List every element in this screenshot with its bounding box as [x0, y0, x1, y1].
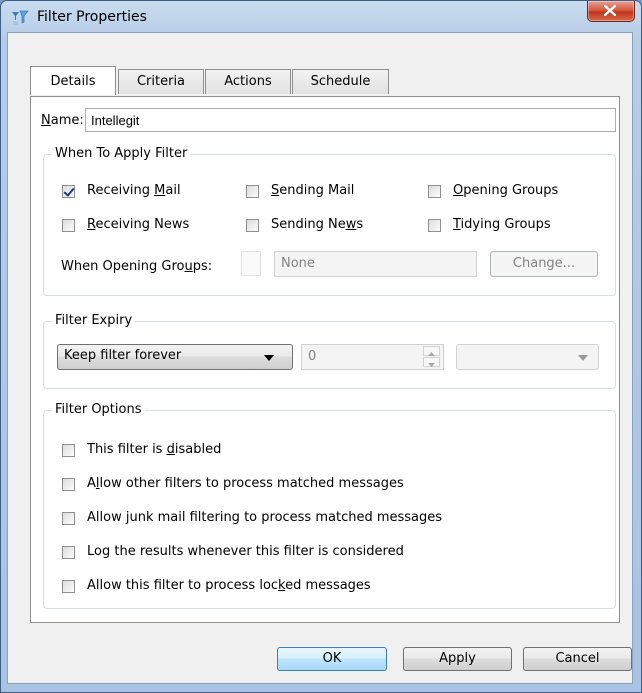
receiving-news-label[interactable]: Receiving News: [87, 217, 189, 232]
tab-details[interactable]: Details: [30, 66, 116, 95]
filter-app-icon: [11, 10, 29, 26]
close-button[interactable]: [587, 1, 635, 22]
cancel-button-label: Cancel: [555, 651, 600, 666]
process-locked-checkbox[interactable]: [62, 580, 75, 593]
allow-other-filters-checkbox[interactable]: [62, 478, 75, 491]
change-button[interactable]: Change...: [490, 251, 598, 277]
tab-label: Criteria: [136, 74, 186, 89]
filter-disabled-checkbox[interactable]: [62, 444, 75, 457]
tab-criteria[interactable]: Criteria: [118, 69, 204, 94]
apply-button[interactable]: Apply: [403, 647, 512, 671]
title-bar[interactable]: Filter Properties: [1, 1, 641, 33]
ok-button[interactable]: OK: [277, 647, 387, 671]
expiry-mode-dropdown[interactable]: Keep filter forever: [57, 344, 293, 370]
when-opening-groups-label: When Opening Groups:: [61, 259, 213, 274]
opening-groups-field: None: [274, 251, 477, 277]
allow-other-filters-label[interactable]: Allow other filters to process matched m…: [87, 476, 404, 491]
opening-groups-checkbox[interactable]: [428, 185, 441, 198]
spinner-up-icon: [423, 346, 440, 356]
sending-mail-label[interactable]: Sending Mail: [271, 183, 354, 198]
filter-options-title: Filter Options: [52, 402, 145, 417]
window-title: Filter Properties: [37, 9, 147, 25]
expiry-count-value: 0: [308, 349, 317, 364]
opening-groups-label[interactable]: Opening Groups: [453, 183, 558, 198]
log-results-label[interactable]: Log the results whenever this filter is …: [87, 544, 404, 559]
receiving-news-checkbox[interactable]: [62, 219, 75, 232]
apply-button-label: Apply: [439, 651, 476, 666]
allow-junk-filtering-label[interactable]: Allow junk mail filtering to process mat…: [87, 510, 442, 525]
allow-junk-filtering-checkbox[interactable]: [62, 512, 75, 525]
expiry-unit-dropdown[interactable]: [456, 344, 599, 370]
tab-label: Actions: [224, 74, 272, 89]
tidying-groups-label[interactable]: Tidying Groups: [453, 217, 551, 232]
change-button-label: Change...: [512, 256, 576, 271]
opening-groups-color-swatch: [241, 251, 261, 276]
sending-news-checkbox[interactable]: [246, 219, 259, 232]
spinner-down-icon: [423, 357, 440, 367]
when-to-apply-title: When To Apply Filter: [52, 146, 191, 161]
expiry-mode-value: Keep filter forever: [64, 348, 182, 363]
log-results-checkbox[interactable]: [62, 546, 75, 559]
expiry-count-spinner[interactable]: 0: [301, 344, 444, 370]
filter-disabled-label[interactable]: This filter is disabled: [87, 442, 221, 457]
process-locked-label[interactable]: Allow this filter to process locked mess…: [87, 578, 371, 593]
ok-button-label: OK: [322, 651, 342, 666]
receiving-mail-checkbox[interactable]: [62, 185, 75, 198]
tab-schedule[interactable]: Schedule: [292, 69, 389, 94]
chevron-down-icon: [264, 355, 274, 361]
receiving-mail-label[interactable]: Receiving Mail: [87, 183, 181, 198]
filter-expiry-title: Filter Expiry: [52, 313, 136, 328]
name-input[interactable]: [85, 108, 616, 132]
chevron-down-icon: [578, 355, 588, 361]
cancel-button[interactable]: Cancel: [523, 647, 632, 671]
tab-label: Schedule: [310, 74, 371, 89]
opening-groups-value: None: [281, 256, 315, 271]
sending-mail-checkbox[interactable]: [246, 185, 259, 198]
name-label: Name:: [41, 113, 84, 128]
sending-news-label[interactable]: Sending News: [271, 217, 363, 232]
tidying-groups-checkbox[interactable]: [428, 219, 441, 232]
tab-label: Details: [50, 74, 96, 89]
tab-actions[interactable]: Actions: [205, 69, 291, 94]
